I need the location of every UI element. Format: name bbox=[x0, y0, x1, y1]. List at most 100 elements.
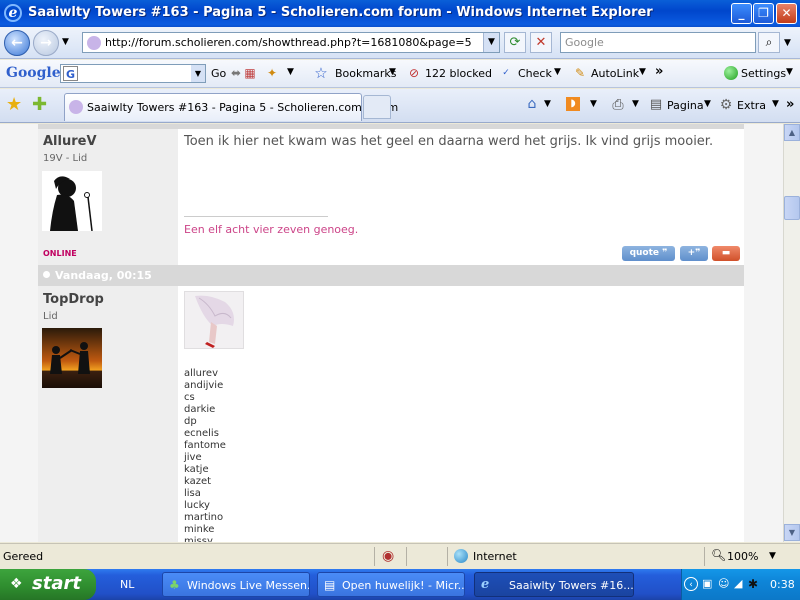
settings-button[interactable]: Settings bbox=[741, 67, 786, 80]
puzzle-dropdown-icon[interactable]: ▼ bbox=[287, 67, 294, 77]
vertical-scrollbar[interactable]: ▲ ▼ bbox=[783, 124, 800, 542]
member-list-item: kazet bbox=[184, 476, 212, 487]
post-username[interactable]: AllureV bbox=[43, 134, 97, 149]
member-list-item: allurev bbox=[184, 368, 218, 379]
page-rank-icon[interactable]: ▦ bbox=[242, 65, 258, 81]
autolink-button[interactable]: AutoLink bbox=[591, 67, 639, 80]
taskbar-item-word[interactable]: ▤ Open huwelijk! - Micr... bbox=[317, 572, 465, 597]
print-dropdown-icon[interactable]: ▼ bbox=[632, 99, 639, 109]
new-tab-button[interactable] bbox=[363, 95, 391, 119]
refresh-button[interactable]: ⟳ bbox=[504, 32, 526, 53]
check-button[interactable]: Check bbox=[518, 67, 552, 80]
window-title: Saaiwlty Towers #163 - Pagina 5 - Scholi… bbox=[28, 5, 653, 20]
reply-button[interactable]: ▬ bbox=[712, 246, 740, 261]
zoom-level[interactable]: 100% bbox=[727, 550, 758, 563]
address-dropdown-icon[interactable]: ▼ bbox=[483, 33, 499, 52]
scroll-up-arrow-icon[interactable]: ▲ bbox=[784, 124, 800, 141]
home-dropdown-icon[interactable]: ▼ bbox=[544, 99, 551, 109]
post-image[interactable] bbox=[184, 291, 244, 349]
taskbar: ❖ start NL ♣ Windows Live Messen... ▤ Op… bbox=[0, 569, 800, 600]
extra-menu[interactable]: Extra bbox=[737, 99, 766, 112]
user-icon[interactable]: ☺ bbox=[718, 577, 729, 590]
more-chevron[interactable]: » bbox=[655, 64, 663, 79]
maximize-button[interactable]: ❐ bbox=[753, 3, 774, 24]
address-toolbar: ← → ▼ http://forum.scholieren.com/showth… bbox=[0, 27, 800, 59]
address-url[interactable]: http://forum.scholieren.com/showthread.p… bbox=[105, 36, 472, 49]
popup-blocked-count[interactable]: 122 blocked bbox=[425, 67, 492, 80]
add-favorite-icon[interactable]: ✚ bbox=[32, 95, 47, 115]
search-input[interactable]: Google bbox=[560, 32, 756, 53]
zoom-icon[interactable]: 🔍︎ bbox=[711, 548, 726, 562]
page-content: AllureV 19V - Lid ONLINE Toen ik hier ne… bbox=[0, 124, 783, 542]
home-icon[interactable]: ⌂ bbox=[524, 96, 540, 112]
address-bar[interactable]: http://forum.scholieren.com/showthread.p… bbox=[82, 32, 500, 53]
close-button[interactable]: ✕ bbox=[776, 3, 797, 24]
history-dropdown-icon[interactable]: ▼ bbox=[62, 37, 69, 47]
tab-active[interactable]: Saaiwlty Towers #163 - Pagina 5 - Scholi… bbox=[64, 93, 398, 121]
clock[interactable]: 0:38 bbox=[770, 578, 795, 591]
settings-dropdown-icon[interactable]: ▼ bbox=[786, 67, 793, 77]
search-icon[interactable]: ⌕ bbox=[758, 32, 780, 53]
favicon-icon bbox=[87, 36, 101, 50]
scroll-thumb[interactable] bbox=[784, 196, 800, 220]
title-bar: e Saaiwlty Towers #163 - Pagina 5 - Scho… bbox=[0, 0, 800, 27]
taskbar-item-label: Open huwelijk! - Micr... bbox=[342, 579, 465, 592]
post-body: allurev andijvie cs darkie dp ecnelis fantome j… bbox=[178, 286, 744, 542]
bookmark-star-icon[interactable]: ☆ bbox=[313, 65, 329, 81]
stop-button[interactable]: ✕ bbox=[530, 32, 552, 53]
security-icon[interactable]: ✱ bbox=[748, 577, 758, 591]
zone-text: Internet bbox=[473, 550, 517, 563]
network-icon[interactable]: ▣ bbox=[702, 577, 712, 590]
privacy-icon[interactable]: ◉ bbox=[382, 548, 394, 564]
member-list-item: lisa bbox=[184, 488, 201, 499]
search-options-dropdown-icon[interactable]: ▼ bbox=[784, 38, 791, 48]
google-logo[interactable]: Google bbox=[6, 65, 61, 81]
autolink-dropdown-icon[interactable]: ▼ bbox=[639, 67, 646, 77]
zoom-dropdown-icon[interactable]: ▼ bbox=[769, 551, 776, 561]
language-indicator[interactable]: NL bbox=[120, 578, 134, 591]
thread-posts: AllureV 19V - Lid ONLINE Toen ik hier ne… bbox=[38, 124, 744, 542]
member-list: allurev andijvie cs darkie dp ecnelis fantome j… bbox=[184, 368, 226, 542]
toolbar-overflow-chevron[interactable]: » bbox=[786, 97, 794, 112]
pagina-dropdown-icon[interactable]: ▼ bbox=[704, 99, 711, 109]
avatar[interactable] bbox=[42, 171, 102, 231]
check-dropdown-icon[interactable]: ▼ bbox=[554, 67, 561, 77]
forward-button[interactable]: → bbox=[33, 30, 59, 56]
taskbar-item-label: Saaiwlty Towers #16... bbox=[509, 579, 634, 592]
rss-feed-icon[interactable]: ◗ bbox=[566, 97, 580, 111]
extra-dropdown-icon[interactable]: ▼ bbox=[772, 99, 779, 109]
member-list-item: ecnelis bbox=[184, 428, 219, 439]
start-button[interactable]: ❖ start bbox=[0, 569, 96, 600]
ie-taskbar-icon: e bbox=[481, 577, 490, 592]
go-button[interactable]: Go bbox=[211, 67, 226, 80]
taskbar-item-messenger[interactable]: ♣ Windows Live Messen... bbox=[162, 572, 310, 597]
post-body: Toen ik hier net kwam was het geel en da… bbox=[178, 129, 744, 265]
post-username[interactable]: TopDrop bbox=[43, 292, 104, 307]
print-icon[interactable]: ⎙ bbox=[610, 97, 626, 113]
member-list-item: fantome bbox=[184, 440, 226, 451]
windows-logo-icon: ❖ bbox=[10, 576, 23, 592]
volume-icon[interactable]: ◢ bbox=[734, 577, 742, 590]
rss-dropdown-icon[interactable]: ▼ bbox=[590, 99, 597, 109]
minimize-button[interactable]: _ bbox=[731, 3, 752, 24]
post-dot-icon bbox=[43, 271, 50, 278]
back-button[interactable]: ← bbox=[4, 30, 30, 56]
google-search-dropdown-icon[interactable]: ▼ bbox=[191, 65, 205, 82]
gear-icon: ⚙ bbox=[719, 97, 733, 113]
post-signature: Een elf acht vier zeven genoeg. bbox=[184, 223, 359, 236]
scroll-down-arrow-icon[interactable]: ▼ bbox=[784, 524, 800, 541]
google-search-box[interactable]: G ▼ bbox=[60, 64, 206, 83]
favorites-star-icon[interactable]: ★ bbox=[6, 95, 22, 115]
bookmarks-button[interactable]: Bookmarks bbox=[335, 67, 396, 80]
status-separator bbox=[374, 547, 375, 566]
multi-quote-button[interactable]: +❞ bbox=[680, 246, 708, 261]
tray-expand-icon[interactable]: ‹ bbox=[684, 577, 698, 591]
avatar[interactable] bbox=[42, 328, 102, 388]
member-list-item: katje bbox=[184, 464, 209, 475]
puzzle-icon[interactable]: ✦ bbox=[264, 65, 280, 81]
quote-button[interactable]: quote ❞ bbox=[622, 246, 675, 261]
status-badge: ONLINE bbox=[43, 249, 77, 258]
system-tray: ‹ ▣ ☺ ◢ ✱ 0:38 bbox=[681, 569, 800, 600]
pagina-menu[interactable]: Pagina bbox=[667, 99, 704, 112]
taskbar-item-ie[interactable]: e Saaiwlty Towers #16... bbox=[474, 572, 634, 597]
